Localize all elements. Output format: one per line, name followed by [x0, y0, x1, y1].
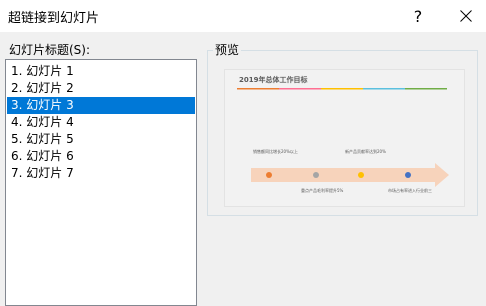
accent-line	[237, 88, 279, 90]
milestone-dot	[313, 172, 319, 178]
slide-preview: 2019年总体工作目标 销售额同比增长20%以上 重点产品毛利率提升5% 新产品…	[224, 69, 465, 207]
accent-line	[321, 88, 363, 90]
list-item[interactable]: 1. 幻灯片 1	[7, 63, 195, 80]
slide-titles-label: 幻灯片标题(S):	[9, 43, 91, 57]
close-button[interactable]	[446, 0, 486, 32]
milestone-dot	[405, 172, 411, 178]
list-item[interactable]: 2. 幻灯片 2	[7, 80, 195, 97]
milestone-dot	[358, 172, 364, 178]
milestone-label: 重点产品毛利率提升5%	[301, 188, 344, 193]
milestone-label: 销售额同比增长20%以上	[253, 149, 298, 154]
dialog-client: 幻灯片标题(S): 1. 幻灯片 1 2. 幻灯片 2 3. 幻灯片 3 4. …	[0, 32, 486, 306]
title-bar: 超链接到幻灯片 ?	[0, 0, 486, 32]
preview-label: 预览	[213, 41, 242, 58]
list-item[interactable]: 7. 幻灯片 7	[7, 165, 195, 182]
milestone-label: 新产品贡献率达到20%	[345, 149, 386, 154]
accent-line	[279, 88, 321, 90]
dialog-title: 超链接到幻灯片	[8, 11, 100, 26]
close-icon	[460, 10, 472, 22]
arrow-shape	[251, 163, 449, 187]
help-button[interactable]: ?	[398, 0, 438, 32]
list-item-selected[interactable]: 3. 幻灯片 3	[7, 97, 195, 114]
accent-line	[363, 88, 405, 90]
list-item[interactable]: 5. 幻灯片 5	[7, 131, 195, 148]
accent-line	[405, 88, 447, 90]
list-item[interactable]: 6. 幻灯片 6	[7, 148, 195, 165]
milestone-label: 市场占有率进入行业前三	[388, 188, 432, 193]
milestone-dot	[266, 172, 272, 178]
list-item[interactable]: 4. 幻灯片 4	[7, 114, 195, 131]
slide-list[interactable]: 1. 幻灯片 1 2. 幻灯片 2 3. 幻灯片 3 4. 幻灯片 4 5. 幻…	[5, 59, 197, 306]
